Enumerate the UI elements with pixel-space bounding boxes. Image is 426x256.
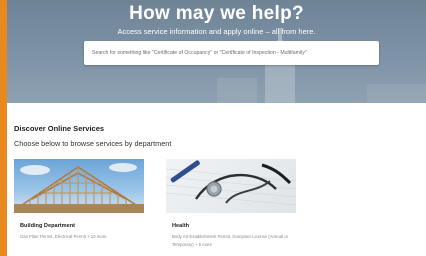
section-title: Discover Online Services bbox=[14, 124, 105, 133]
tower bbox=[265, 60, 295, 103]
card-title[interactable]: Health bbox=[172, 223, 296, 229]
service-card-building[interactable]: Building Department Gas Fitter Permit, E… bbox=[14, 159, 144, 241]
card-description: Gas Fitter Permit, Electrical Permit + 1… bbox=[20, 234, 107, 239]
ground bbox=[14, 204, 144, 213]
background-building bbox=[217, 78, 257, 103]
section-subtitle: Choose below to browse services by depar… bbox=[14, 139, 172, 148]
house-framing-image[interactable] bbox=[14, 159, 144, 213]
background-building-right bbox=[367, 84, 426, 103]
card-description: Body Art Establishment Permit, Dumpster … bbox=[172, 234, 289, 247]
search-box[interactable] bbox=[84, 41, 379, 65]
search-input[interactable] bbox=[92, 50, 371, 56]
service-card-health[interactable]: Health Body Art Establishment Permit, Du… bbox=[166, 159, 296, 248]
card-title[interactable]: Building Department bbox=[20, 223, 144, 229]
left-accent-bar bbox=[0, 0, 7, 256]
hero-subtitle: Access service information and apply onl… bbox=[117, 27, 316, 36]
stethoscope-image[interactable] bbox=[166, 159, 296, 213]
hero-title: How may we help? bbox=[129, 3, 304, 24]
